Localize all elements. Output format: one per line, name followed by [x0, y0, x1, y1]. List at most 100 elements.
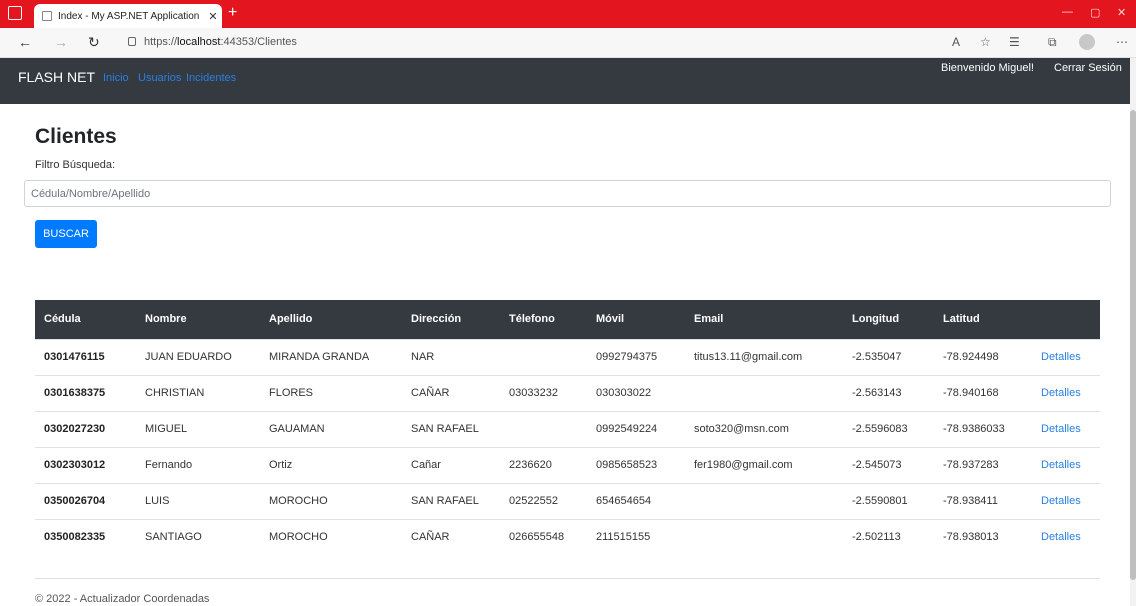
cell-email: titus13.11@gmail.com: [685, 338, 843, 375]
cell-nombre: Fernando: [136, 446, 260, 483]
minimize-icon[interactable]: —: [1062, 6, 1073, 18]
browser-tab[interactable]: Index - My ASP.NET Application ✕: [34, 4, 222, 28]
new-tab-icon[interactable]: +: [228, 4, 237, 22]
lock-icon: [128, 37, 136, 46]
col-header-email: Email: [685, 300, 843, 339]
table-row: 0302303012 Fernando Ortiz Cañar 2236620 09856…: [35, 446, 1100, 483]
cell-actions: Detalles: [1032, 410, 1100, 447]
tab-title: Index - My ASP.NET Application: [58, 10, 200, 22]
table-header-row: Cédula Nombre Apellido Dirección Télefon…: [35, 300, 1100, 339]
cell-cedula: 0350026704: [35, 482, 136, 519]
app-navbar: FLASH NET Inicio Usuarios Incidentes Bie…: [0, 58, 1130, 104]
cell-latitud: -78.938411: [934, 482, 1032, 519]
search-button[interactable]: BUSCAR: [35, 220, 97, 248]
cell-apellido: FLORES: [260, 374, 402, 411]
nav-link-usuarios[interactable]: Usuarios: [138, 72, 181, 84]
col-header-longitud: Longitud: [843, 300, 934, 339]
cell-cedula: 0301638375: [35, 374, 136, 411]
cell-longitud: -2.545073: [843, 446, 934, 483]
details-link[interactable]: Detalles: [1041, 531, 1081, 543]
footer-divider: [35, 578, 1100, 579]
col-header-actions: [1032, 300, 1100, 339]
collections-icon[interactable]: ⧉: [1048, 35, 1057, 50]
read-aloud-icon[interactable]: A: [952, 35, 960, 49]
back-icon[interactable]: ←: [18, 34, 32, 50]
close-window-icon[interactable]: ✕: [1117, 6, 1126, 19]
profile-avatar[interactable]: [1079, 34, 1095, 50]
cell-cedula: 0302303012: [35, 446, 136, 483]
details-link[interactable]: Detalles: [1041, 495, 1081, 507]
cell-direccion: CAÑAR: [402, 374, 500, 411]
col-header-direccion: Dirección: [402, 300, 500, 339]
favorites-icon[interactable]: ☰: [1009, 35, 1020, 49]
cell-apellido: GAUAMAN: [260, 410, 402, 447]
logout-link[interactable]: Cerrar Sesión: [1054, 62, 1122, 74]
cell-direccion: CAÑAR: [402, 518, 500, 555]
cell-apellido: MOROCHO: [260, 518, 402, 555]
window-menu-icon[interactable]: [8, 6, 22, 20]
cell-movil: 654654654: [587, 482, 685, 519]
cell-nombre: LUIS: [136, 482, 260, 519]
cell-longitud: -2.563143: [843, 374, 934, 411]
details-link[interactable]: Detalles: [1041, 351, 1081, 363]
cell-direccion: SAN RAFAEL: [402, 410, 500, 447]
url-prefix: https://: [144, 36, 178, 48]
search-input[interactable]: [24, 180, 1111, 207]
page-title: Clientes: [35, 125, 117, 148]
cell-latitud: -78.940168: [934, 374, 1032, 411]
cell-cedula: 0302027230: [35, 410, 136, 447]
table-row: 0301638375 CHRISTIAN FLORES CAÑAR 03033232 03…: [35, 374, 1100, 411]
cell-direccion: SAN RAFAEL: [402, 482, 500, 519]
table-row: 0350026704 LUIS MOROCHO SAN RAFAEL 02522552 6…: [35, 482, 1100, 519]
cell-telefono: 026655548: [500, 518, 587, 555]
browser-address-bar: ← → ↻ https://localhost:44353/Clientes A…: [0, 28, 1136, 58]
table-row: 0301476115 JUAN EDUARDO MIRANDA GRANDA NAR 0…: [35, 338, 1100, 375]
table-row: 0302027230 MIGUEL GAUAMAN SAN RAFAEL 0992549…: [35, 410, 1100, 447]
col-header-cedula: Cédula: [35, 300, 136, 339]
scrollbar-thumb[interactable]: [1130, 110, 1136, 580]
more-options-icon[interactable]: ⋯: [1116, 35, 1128, 49]
cell-apellido: Ortiz: [260, 446, 402, 483]
cell-email: [685, 482, 843, 519]
col-header-latitud: Latitud: [934, 300, 1032, 339]
cell-telefono: [500, 338, 587, 375]
cell-apellido: MOROCHO: [260, 482, 402, 519]
cell-actions: Detalles: [1032, 482, 1100, 519]
cell-movil: 0992549224: [587, 410, 685, 447]
footer-text: © 2022 - Actualizador Coordenadas: [35, 593, 210, 605]
cell-cedula: 0350082335: [35, 518, 136, 555]
cell-longitud: -2.502113: [843, 518, 934, 555]
cell-movil: 0992794375: [587, 338, 685, 375]
brand-logo[interactable]: FLASH NET: [18, 69, 95, 85]
browser-title-bar: Index - My ASP.NET Application ✕ + — ▢ ✕: [0, 0, 1136, 28]
add-favorite-icon[interactable]: ☆: [980, 35, 991, 49]
nav-link-incidentes[interactable]: Incidentes: [186, 72, 236, 84]
welcome-text: Bienvenido Miguel!: [941, 62, 1034, 74]
nav-link-inicio[interactable]: Inicio: [103, 72, 129, 84]
cell-nombre: MIGUEL: [136, 410, 260, 447]
col-header-nombre: Nombre: [136, 300, 260, 339]
maximize-icon[interactable]: ▢: [1090, 6, 1100, 19]
cell-actions: Detalles: [1032, 374, 1100, 411]
url-field[interactable]: https://localhost:44353/Clientes: [128, 36, 297, 48]
cell-telefono: 02522552: [500, 482, 587, 519]
cell-longitud: -2.535047: [843, 338, 934, 375]
cell-direccion: NAR: [402, 338, 500, 375]
cell-email: [685, 374, 843, 411]
cell-latitud: -78.938013: [934, 518, 1032, 555]
refresh-icon[interactable]: ↻: [88, 34, 100, 51]
cell-cedula: 0301476115: [35, 338, 136, 375]
details-link[interactable]: Detalles: [1041, 387, 1081, 399]
tab-close-icon[interactable]: ✕: [204, 10, 222, 23]
col-header-apellido: Apellido: [260, 300, 402, 339]
cell-telefono: 2236620: [500, 446, 587, 483]
cell-apellido: MIRANDA GRANDA: [260, 338, 402, 375]
forward-icon[interactable]: →: [54, 34, 68, 50]
details-link[interactable]: Detalles: [1041, 459, 1081, 471]
cell-direccion: Cañar: [402, 446, 500, 483]
table-row: 0350082335 SANTIAGO MOROCHO CAÑAR 026655548 2…: [35, 518, 1100, 555]
cell-movil: 0985658523: [587, 446, 685, 483]
col-header-telefono: Télefono: [500, 300, 587, 339]
details-link[interactable]: Detalles: [1041, 423, 1081, 435]
cell-actions: Detalles: [1032, 446, 1100, 483]
